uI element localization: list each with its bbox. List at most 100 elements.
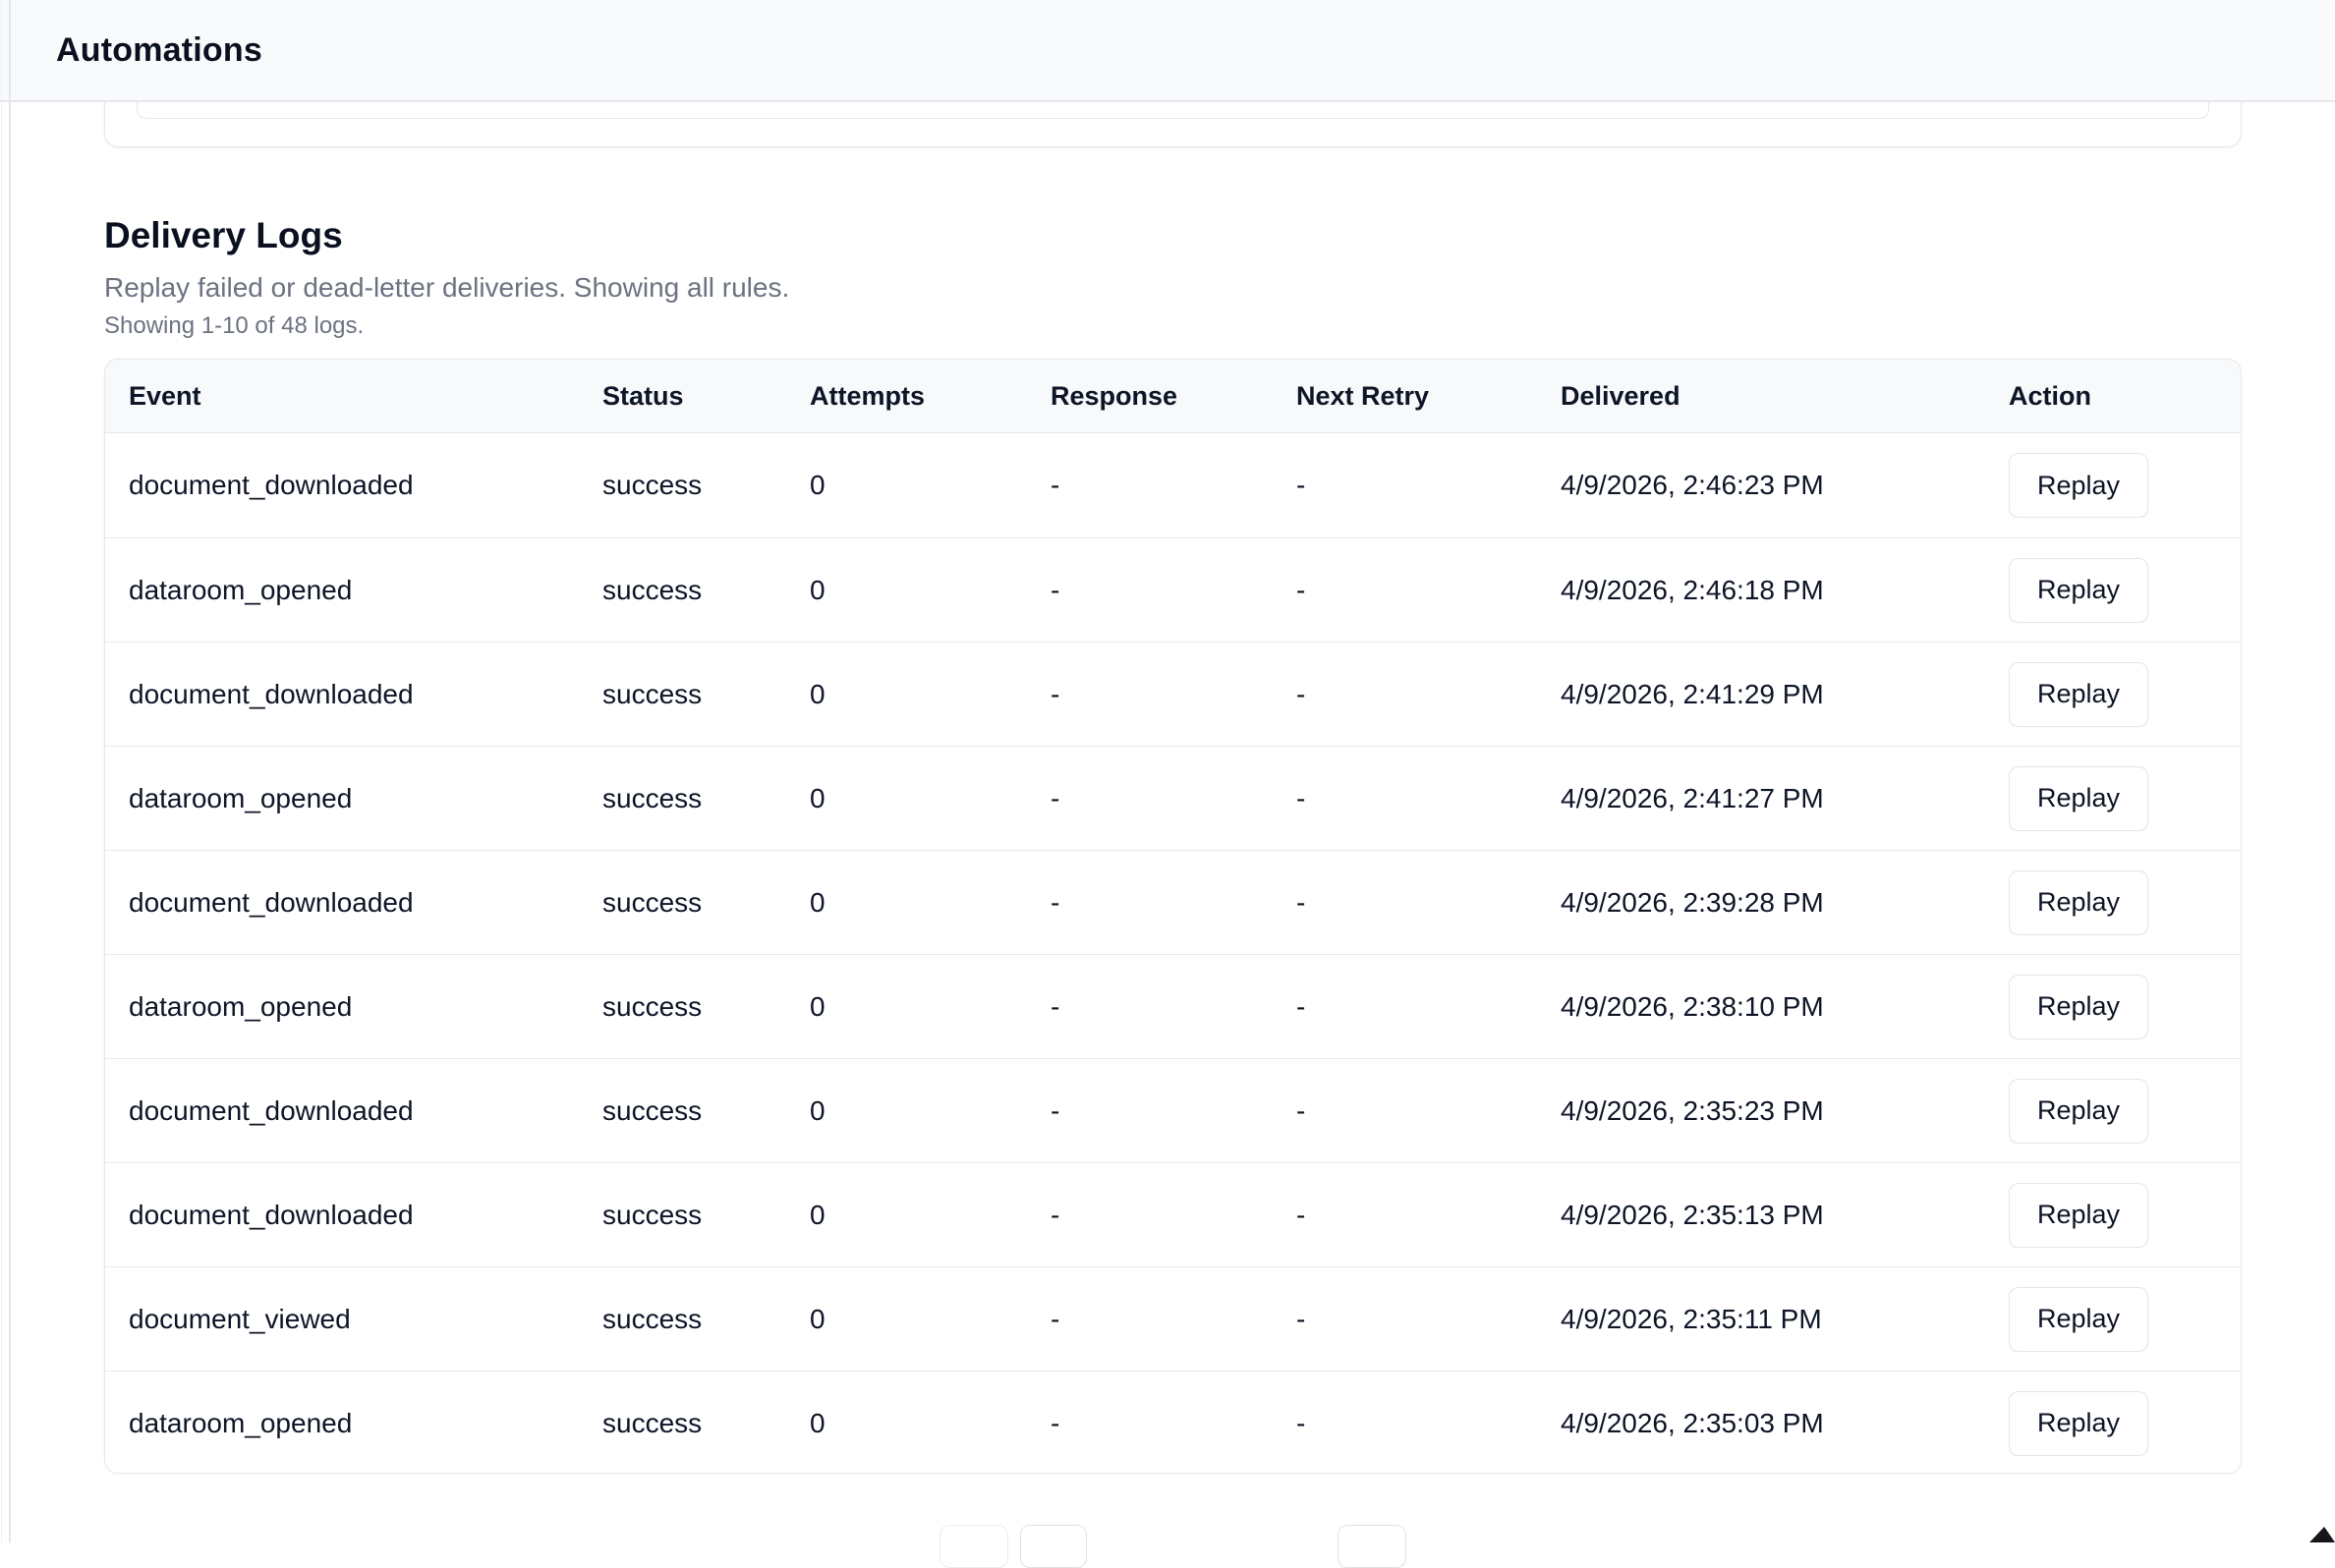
- section-subtitle: Replay failed or dead-letter deliveries.…: [104, 272, 2242, 304]
- left-edge-line: [1, 0, 2, 1542]
- cell-delivered: 4/9/2026, 2:38:10 PM: [1561, 991, 2009, 1023]
- cell-attempts: 0: [810, 470, 1051, 501]
- table-header-row: Event Status Attempts Response Next Retr…: [105, 360, 2241, 433]
- cell-attempts: 0: [810, 575, 1051, 606]
- cell-attempts: 0: [810, 783, 1051, 814]
- replay-button[interactable]: Replay: [2009, 1183, 2148, 1248]
- mouse-cursor: [2309, 1527, 2335, 1542]
- cell-next-retry: -: [1296, 783, 1561, 814]
- cell-next-retry: -: [1296, 679, 1561, 710]
- replay-button[interactable]: Replay: [2009, 558, 2148, 623]
- cell-event: dataroom_opened: [129, 575, 602, 606]
- cell-response: -: [1051, 1408, 1296, 1439]
- cell-next-retry: -: [1296, 1304, 1561, 1335]
- cell-response: -: [1051, 1095, 1296, 1127]
- cell-response: -: [1051, 1200, 1296, 1231]
- delivery-logs-section: Delivery Logs Replay failed or dead-lett…: [104, 215, 2242, 340]
- cell-next-retry: -: [1296, 575, 1561, 606]
- cell-attempts: 0: [810, 1095, 1051, 1127]
- cell-status: success: [602, 575, 810, 606]
- cell-response: -: [1051, 991, 1296, 1023]
- cell-attempts: 0: [810, 1304, 1051, 1335]
- cell-status: success: [602, 1200, 810, 1231]
- column-header-attempts: Attempts: [810, 381, 1051, 412]
- table-row: dataroom_opened success 0 - - 4/9/2026, …: [105, 954, 2241, 1058]
- cell-response: -: [1051, 887, 1296, 919]
- cell-status: success: [602, 470, 810, 501]
- cell-next-retry: -: [1296, 887, 1561, 919]
- cell-delivered: 4/9/2026, 2:35:03 PM: [1561, 1408, 2009, 1439]
- table-row: document_downloaded success 0 - - 4/9/20…: [105, 433, 2241, 537]
- cell-delivered: 4/9/2026, 2:35:23 PM: [1561, 1095, 2009, 1127]
- cell-response: -: [1051, 1304, 1296, 1335]
- cell-event: document_downloaded: [129, 679, 602, 710]
- column-header-next-retry: Next Retry: [1296, 381, 1561, 412]
- cell-event: document_downloaded: [129, 1095, 602, 1127]
- pagination-previous-button[interactable]: [940, 1525, 1008, 1568]
- cell-delivered: 4/9/2026, 2:35:11 PM: [1561, 1304, 2009, 1335]
- cell-attempts: 0: [810, 1408, 1051, 1439]
- cell-next-retry: -: [1296, 991, 1561, 1023]
- cell-status: success: [602, 991, 810, 1023]
- cell-status: success: [602, 1304, 810, 1335]
- replay-button[interactable]: Replay: [2009, 1287, 2148, 1352]
- table-row: document_downloaded success 0 - - 4/9/20…: [105, 850, 2241, 954]
- cell-attempts: 0: [810, 887, 1051, 919]
- logs-table-card: Event Status Attempts Response Next Retr…: [104, 359, 2242, 1474]
- cell-delivered: 4/9/2026, 2:35:13 PM: [1561, 1200, 2009, 1231]
- cell-next-retry: -: [1296, 470, 1561, 501]
- cell-delivered: 4/9/2026, 2:46:23 PM: [1561, 470, 2009, 501]
- cell-next-retry: -: [1296, 1408, 1561, 1439]
- cell-response: -: [1051, 679, 1296, 710]
- cell-response: -: [1051, 575, 1296, 606]
- column-header-event: Event: [129, 381, 602, 412]
- cell-delivered: 4/9/2026, 2:41:29 PM: [1561, 679, 2009, 710]
- table-row: document_downloaded success 0 - - 4/9/20…: [105, 642, 2241, 746]
- cell-status: success: [602, 887, 810, 919]
- cell-delivered: 4/9/2026, 2:41:27 PM: [1561, 783, 2009, 814]
- cell-event: dataroom_opened: [129, 1408, 602, 1439]
- cell-delivered: 4/9/2026, 2:46:18 PM: [1561, 575, 2009, 606]
- top-bar: Automations: [0, 0, 2335, 102]
- table-row: document_viewed success 0 - - 4/9/2026, …: [105, 1266, 2241, 1371]
- cell-response: -: [1051, 783, 1296, 814]
- table-row: dataroom_opened success 0 - - 4/9/2026, …: [105, 1371, 2241, 1474]
- cell-next-retry: -: [1296, 1200, 1561, 1231]
- table-row: document_downloaded success 0 - - 4/9/20…: [105, 1162, 2241, 1266]
- pagination-next-button[interactable]: [1338, 1525, 1406, 1568]
- cell-response: -: [1051, 470, 1296, 501]
- section-title: Delivery Logs: [104, 215, 2242, 256]
- replay-button[interactable]: Replay: [2009, 766, 2148, 831]
- table-body: document_downloaded success 0 - - 4/9/20…: [105, 433, 2241, 1474]
- cell-next-retry: -: [1296, 1095, 1561, 1127]
- cell-event: dataroom_opened: [129, 991, 602, 1023]
- cell-status: success: [602, 1095, 810, 1127]
- replay-button[interactable]: Replay: [2009, 662, 2148, 727]
- cell-attempts: 0: [810, 1200, 1051, 1231]
- page-title: Automations: [56, 31, 262, 70]
- cell-event: document_downloaded: [129, 1200, 602, 1231]
- column-header-status: Status: [602, 381, 810, 412]
- replay-button[interactable]: Replay: [2009, 975, 2148, 1039]
- replay-button[interactable]: Replay: [2009, 1391, 2148, 1456]
- replay-button[interactable]: Replay: [2009, 1079, 2148, 1144]
- pagination-summary: Showing 1-10 of 48 logs.: [104, 312, 2242, 340]
- table-row: dataroom_opened success 0 - - 4/9/2026, …: [105, 746, 2241, 850]
- replay-button[interactable]: Replay: [2009, 870, 2148, 935]
- column-header-action: Action: [2009, 381, 2217, 412]
- sidebar-divider: [9, 0, 11, 1542]
- cell-event: dataroom_opened: [129, 783, 602, 814]
- cell-attempts: 0: [810, 679, 1051, 710]
- cell-status: success: [602, 679, 810, 710]
- cell-event: document_downloaded: [129, 470, 602, 501]
- cell-event: document_downloaded: [129, 887, 602, 919]
- table-row: document_downloaded success 0 - - 4/9/20…: [105, 1058, 2241, 1162]
- cell-event: document_viewed: [129, 1304, 602, 1335]
- cell-attempts: 0: [810, 991, 1051, 1023]
- pagination-page-button[interactable]: [1020, 1525, 1087, 1568]
- table-row: dataroom_opened success 0 - - 4/9/2026, …: [105, 537, 2241, 642]
- column-header-delivered: Delivered: [1561, 381, 2009, 412]
- cell-status: success: [602, 783, 810, 814]
- replay-button[interactable]: Replay: [2009, 453, 2148, 518]
- column-header-response: Response: [1051, 381, 1296, 412]
